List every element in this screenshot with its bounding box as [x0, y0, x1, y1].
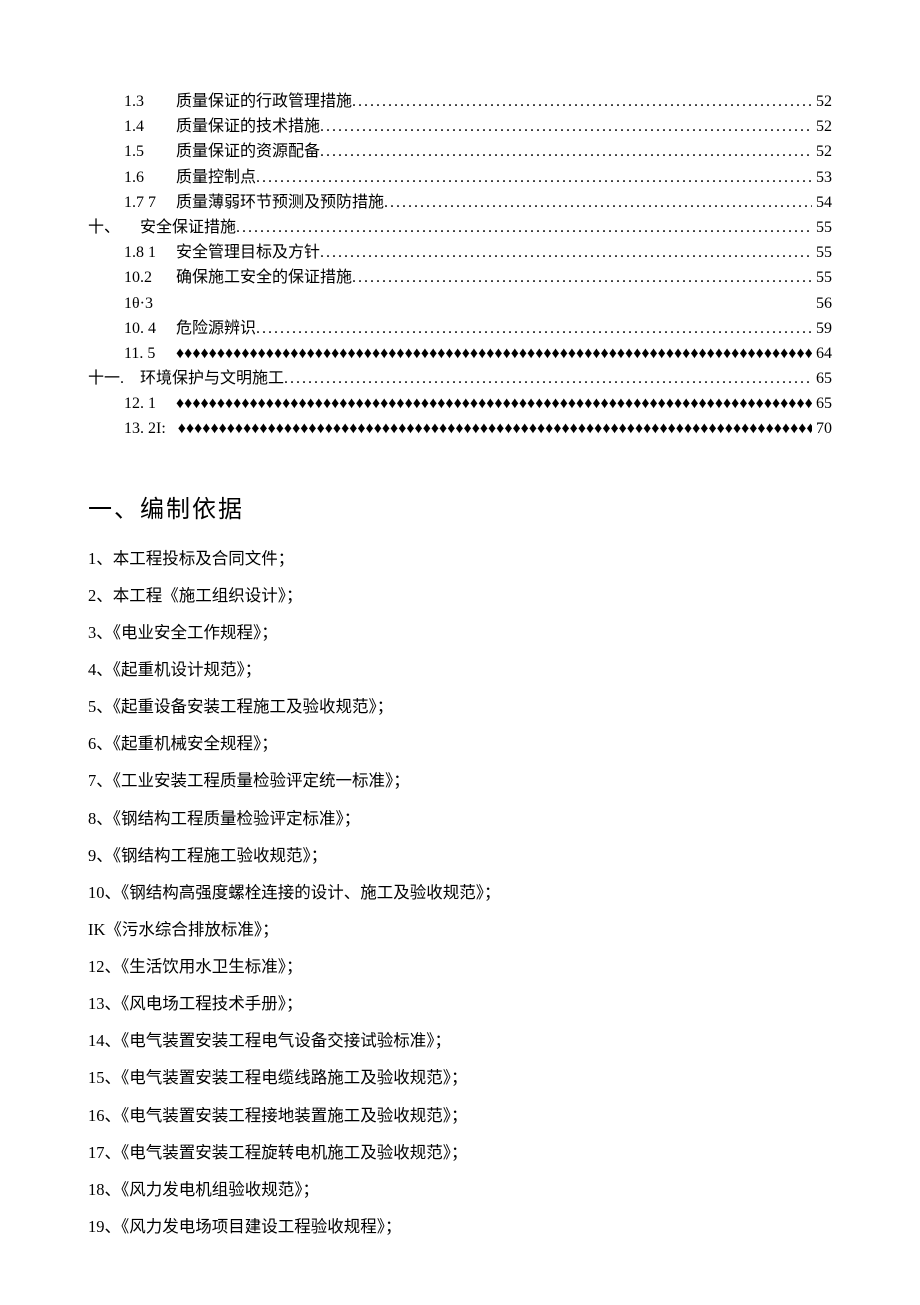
document-page: 1.3质量保证的行政管理措施521.4质量保证的技术措施521.5质量保证的资源… — [0, 0, 920, 1305]
toc-entry: 十一.环境保护与文明施工 65 — [88, 367, 832, 390]
list-item: IK《污水综合排放标准》； — [88, 911, 832, 948]
toc-leader — [320, 115, 812, 138]
list-item: 16、《电气装置安装工程接地装置施工及验收规范》； — [88, 1097, 832, 1134]
toc-entry-page: 52 — [812, 115, 832, 138]
list-item: 8、《钢结构工程质量检验评定标准》； — [88, 800, 832, 837]
toc-leader — [176, 342, 812, 365]
toc-entry-number: 10. 4 — [124, 317, 176, 340]
list-item: 10、《钢结构高强度螺栓连接的设计、施工及验收规范》； — [88, 874, 832, 911]
toc-entry-number: 11. 5 — [124, 342, 176, 365]
list-item: 7、《工业安装工程质量检验评定统一标准》； — [88, 762, 832, 799]
list-item: 18、《风力发电机组验收规范》； — [88, 1171, 832, 1208]
toc-entry: 12. 1 65 — [88, 392, 832, 415]
toc-leader — [320, 140, 812, 163]
toc-leader — [256, 166, 812, 189]
toc-entry: 1.5质量保证的资源配备 52 — [88, 140, 832, 163]
toc-entry-number: 十一. — [88, 367, 140, 390]
reference-list: 1、本工程投标及合同文件；2、本工程《施工组织设计》；3、《电业安全工作规程》；… — [88, 540, 832, 1245]
list-item: 6、《起重机械安全规程》； — [88, 725, 832, 762]
toc-leader — [384, 191, 812, 214]
toc-entry-title: 质量薄弱环节预测及预防措施 — [176, 191, 384, 214]
toc-entry: 10. 4危险源辨识 59 — [88, 317, 832, 340]
list-item: 4、《起重机设计规范》； — [88, 651, 832, 688]
toc-leader — [176, 292, 812, 315]
toc-entry-number: 1.5 — [124, 140, 176, 163]
toc-leader — [256, 317, 812, 340]
toc-leader — [178, 417, 812, 440]
toc-entry-number: 12. 1 — [124, 392, 176, 415]
toc-entry-page: 55 — [812, 216, 832, 239]
toc-entry-title: 危险源辨识 — [176, 317, 256, 340]
toc-leader — [352, 90, 812, 113]
list-item: 5、《起重设备安装工程施工及验收规范》； — [88, 688, 832, 725]
toc-entry: 1.7 7质量薄弱环节预测及预防措施 54 — [88, 191, 832, 214]
toc-entry-title: 质量保证的行政管理措施 — [176, 90, 352, 113]
toc-leader — [236, 216, 812, 239]
toc-entry-page: 65 — [812, 367, 832, 390]
list-item: 14、《电气装置安装工程电气设备交接试验标准》； — [88, 1022, 832, 1059]
toc-entry-title: 质量保证的技术措施 — [176, 115, 320, 138]
toc-entry-title: 安全保证措施 — [140, 216, 236, 239]
toc-entry: 1.4质量保证的技术措施 52 — [88, 115, 832, 138]
toc-entry-title: 质量保证的资源配备 — [176, 140, 320, 163]
toc-entry-page: 52 — [812, 140, 832, 163]
toc-entry-number: 十、 — [88, 216, 140, 239]
list-item: 15、《电气装置安装工程电缆线路施工及验收规范》； — [88, 1059, 832, 1096]
toc-entry: 1.6质量控制点 53 — [88, 166, 832, 189]
toc-entry-title: 质量控制点 — [176, 166, 256, 189]
toc-entry-page: 65 — [812, 392, 832, 415]
toc-entry: 13. 2I: 70 — [88, 417, 832, 440]
toc-entry-page: 70 — [812, 417, 832, 440]
toc-entry: 11. 5 64 — [88, 342, 832, 365]
list-item: 17、《电气装置安装工程旋转电机施工及验收规范》； — [88, 1134, 832, 1171]
toc-entry-page: 52 — [812, 90, 832, 113]
toc-entry-number: 1.6 — [124, 166, 176, 189]
toc-entry-title: 安全管理目标及方针 — [176, 241, 320, 264]
toc-entry-page: 59 — [812, 317, 832, 340]
toc-entry-page: 64 — [812, 342, 832, 365]
toc-entry-page: 54 — [812, 191, 832, 214]
list-item: 12、《生活饮用水卫生标准》； — [88, 948, 832, 985]
toc-entry-page: 55 — [812, 241, 832, 264]
toc-entry-title: 确保施工安全的保证措施 — [176, 266, 352, 289]
toc-entry: 10.2确保施工安全的保证措施 55 — [88, 266, 832, 289]
toc-entry-number: 1.3 — [124, 90, 176, 113]
list-item: 1、本工程投标及合同文件； — [88, 540, 832, 577]
toc-entry-number: 1θ·3 — [124, 292, 176, 315]
toc-entry-title: 环境保护与文明施工 — [140, 367, 284, 390]
toc-entry-number: 1.7 7 — [124, 191, 176, 214]
toc-entry-page: 56 — [812, 292, 832, 315]
list-item: 19、《风力发电场项目建设工程验收规程》； — [88, 1208, 832, 1245]
section-heading: 一、编制依据 — [88, 489, 832, 524]
toc-entry-page: 53 — [812, 166, 832, 189]
toc-entry: 1.3质量保证的行政管理措施 52 — [88, 90, 832, 113]
toc-entry-number: 1.4 — [124, 115, 176, 138]
list-item: 9、《钢结构工程施工验收规范》； — [88, 837, 832, 874]
list-item: 3、《电业安全工作规程》； — [88, 614, 832, 651]
toc-entry-page: 55 — [812, 266, 832, 289]
list-item: 13、《风电场工程技术手册》； — [88, 985, 832, 1022]
toc-entry: 十、安全保证措施 55 — [88, 216, 832, 239]
toc-entry-number: 10.2 — [124, 266, 176, 289]
toc-leader — [176, 392, 812, 415]
toc-entry-number: 1.8 1 — [124, 241, 176, 264]
toc-leader — [284, 367, 812, 390]
list-item: 2、本工程《施工组织设计》； — [88, 577, 832, 614]
toc-entry: 1.8 1安全管理目标及方针 55 — [88, 241, 832, 264]
toc-entry-number: 13. 2I: — [124, 417, 178, 440]
table-of-contents: 1.3质量保证的行政管理措施521.4质量保证的技术措施521.5质量保证的资源… — [88, 90, 832, 441]
toc-leader — [352, 266, 812, 289]
toc-entry: 1θ·3 56 — [88, 292, 832, 315]
toc-leader — [320, 241, 812, 264]
